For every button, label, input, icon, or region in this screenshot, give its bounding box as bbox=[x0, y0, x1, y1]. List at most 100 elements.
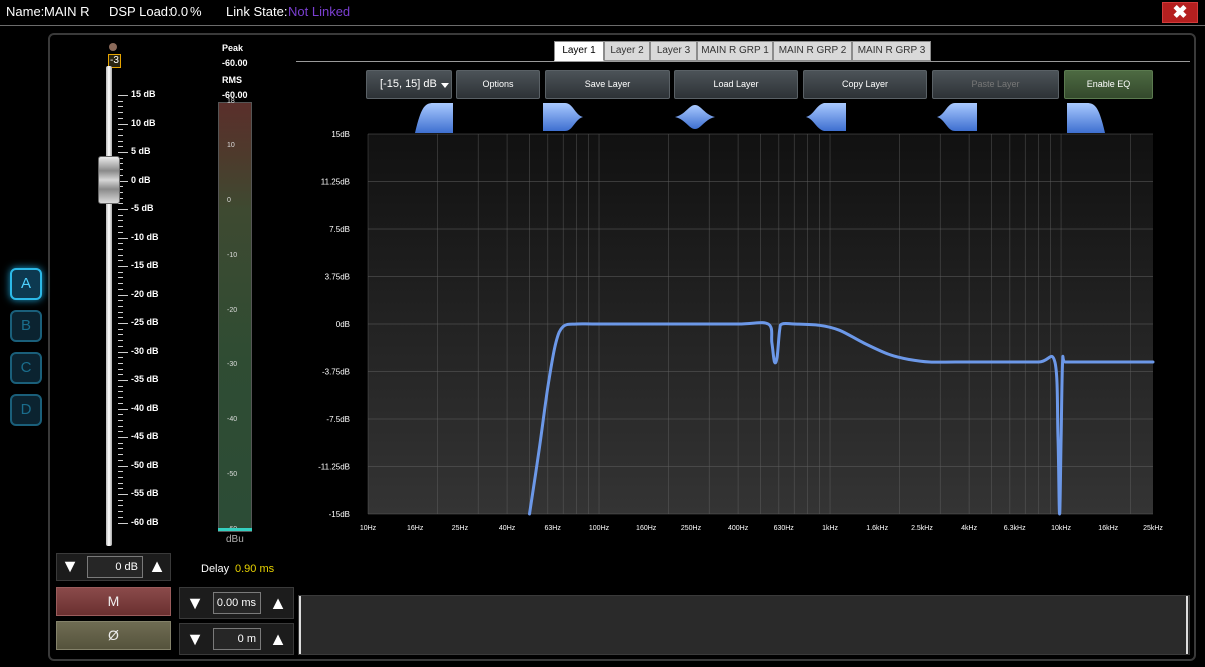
fader-minor-tick bbox=[118, 442, 123, 444]
fader-minor-tick bbox=[118, 317, 123, 319]
x-tick-label: 10Hz bbox=[360, 525, 377, 532]
link-state-label: Link State: bbox=[226, 4, 288, 19]
x-tick-label: 4kHz bbox=[961, 525, 977, 532]
tab-layer-3[interactable]: Layer 3 bbox=[650, 41, 697, 61]
x-tick-label: 40Hz bbox=[499, 525, 516, 532]
meter-level-bar bbox=[218, 528, 252, 531]
down-arrow-icon: ▼ bbox=[186, 629, 204, 649]
preset-button-a[interactable]: A bbox=[10, 268, 42, 300]
delay-time-input[interactable]: 0.00 ms bbox=[213, 592, 261, 614]
fader-scale-label: -50 dB bbox=[131, 459, 159, 470]
range-value: [-15, 15] dB bbox=[380, 78, 437, 90]
dsp-load-value: 0.0 bbox=[170, 4, 189, 19]
gain-down-button[interactable]: ▼ bbox=[59, 555, 81, 579]
fader-minor-tick bbox=[118, 271, 123, 273]
fader-minor-tick bbox=[118, 283, 123, 285]
range-dropdown[interactable]: [-15, 15] dB bbox=[366, 70, 452, 99]
fader-minor-tick bbox=[118, 254, 123, 256]
bottom-panel-right-edge bbox=[1186, 596, 1188, 654]
fader-minor-tick bbox=[118, 488, 123, 490]
delay-time-down-button[interactable]: ▼ bbox=[184, 592, 206, 616]
fader-minor-tick bbox=[118, 516, 123, 518]
fader-minor-tick bbox=[118, 214, 123, 216]
tab-main-r-grp-3[interactable]: MAIN R GRP 3 bbox=[852, 41, 931, 61]
y-tick-label: 7.5dB bbox=[329, 225, 350, 234]
x-tick-label: 400Hz bbox=[728, 525, 749, 532]
fader-minor-tick bbox=[118, 402, 123, 404]
fader-minor-tick bbox=[118, 368, 123, 370]
tab-divider bbox=[296, 61, 1190, 62]
up-arrow-icon: ▲ bbox=[269, 629, 287, 649]
name-label: Name: bbox=[6, 4, 45, 19]
x-tick-label: 1.6kHz bbox=[866, 525, 888, 532]
tab-main-r-grp-2[interactable]: MAIN R GRP 2 bbox=[773, 41, 852, 61]
close-button[interactable]: ✖ bbox=[1162, 2, 1198, 23]
preset-button-d[interactable]: D bbox=[10, 394, 42, 426]
fader-minor-tick bbox=[118, 300, 123, 302]
meter-scale-label: 0 bbox=[227, 196, 231, 204]
enable-eq-button[interactable]: Enable EQ bbox=[1064, 70, 1153, 99]
peak-label: Peak bbox=[222, 43, 244, 53]
fader-tick bbox=[118, 465, 128, 467]
eq-response-graph[interactable]: 15dB 11.25dB 7.5dB 3.75dB 0dB -3.75dB -7.5dB -1… bbox=[296, 126, 1176, 536]
fader-minor-tick bbox=[118, 288, 123, 290]
fader-tick bbox=[118, 351, 128, 353]
delay-distance-down-button[interactable]: ▼ bbox=[184, 628, 206, 652]
load-layer-button[interactable]: Load Layer bbox=[674, 70, 798, 99]
chevron-down-icon bbox=[441, 83, 449, 88]
preset-button-b[interactable]: B bbox=[10, 310, 42, 342]
level-meter bbox=[218, 102, 252, 532]
fader-minor-tick bbox=[118, 419, 123, 421]
meter-scale-label: -30 bbox=[227, 361, 238, 369]
fader-scale-label: -10 dB bbox=[131, 231, 159, 242]
preset-button-c[interactable]: C bbox=[10, 352, 42, 384]
x-tick-label: 630Hz bbox=[774, 525, 795, 532]
x-tick-label: 160Hz bbox=[636, 525, 657, 532]
gain-up-button[interactable]: ▲ bbox=[146, 555, 168, 579]
tab-layer-1[interactable]: Layer 1 bbox=[554, 41, 604, 61]
fader-minor-tick bbox=[118, 505, 123, 507]
fader-scale-label: -25 dB bbox=[131, 317, 159, 327]
fader-minor-tick bbox=[118, 226, 123, 228]
gain-input[interactable]: 0 dB bbox=[87, 556, 143, 578]
fader-tick bbox=[118, 323, 128, 324]
fader-tick bbox=[118, 95, 128, 96]
paste-layer-button[interactable]: Paste Layer bbox=[932, 70, 1059, 99]
delay-time-up-button[interactable]: ▲ bbox=[267, 592, 289, 616]
fader-minor-tick bbox=[118, 112, 123, 114]
up-arrow-icon: ▲ bbox=[148, 556, 166, 576]
fader-minor-tick bbox=[118, 391, 123, 393]
fader-scale-label: -5 dB bbox=[131, 203, 154, 213]
delay-time-stepper: ▼ 0.00 ms ▲ bbox=[179, 587, 294, 619]
fader-knob[interactable] bbox=[98, 156, 120, 204]
x-tick-label: 6.3kHz bbox=[1004, 525, 1026, 532]
tab-layer-2[interactable]: Layer 2 bbox=[604, 41, 650, 61]
copy-layer-button[interactable]: Copy Layer bbox=[803, 70, 927, 99]
x-tick-label: 10kHz bbox=[1051, 525, 1071, 532]
fader-tick bbox=[118, 437, 128, 438]
phase-invert-button[interactable]: Ø bbox=[56, 621, 171, 650]
dsp-load-label: DSP Load: bbox=[109, 4, 172, 19]
options-button[interactable]: Options bbox=[456, 70, 540, 99]
fader-scale-label: -15 dB bbox=[131, 260, 159, 270]
fader-minor-tick bbox=[118, 511, 123, 513]
peak-value: -60.00 bbox=[222, 58, 248, 68]
fader-scale-label: -30 dB bbox=[131, 345, 159, 356]
save-layer-button[interactable]: Save Layer bbox=[545, 70, 670, 99]
fader-minor-tick bbox=[118, 345, 123, 347]
fader-scale-label: -55 dB bbox=[131, 488, 159, 498]
fader-scale-label: -45 dB bbox=[131, 431, 159, 441]
gain-stepper: ▼ 0 dB ▲ bbox=[56, 553, 171, 581]
delay-distance-input[interactable]: 0 m bbox=[213, 628, 261, 650]
y-tick-label: -11.25dB bbox=[318, 463, 350, 472]
meter-scale-label: -20 bbox=[227, 306, 238, 314]
delay-distance-up-button[interactable]: ▲ bbox=[267, 628, 289, 652]
fader-minor-tick bbox=[118, 397, 123, 399]
fader-track[interactable] bbox=[106, 66, 112, 546]
rms-label: RMS bbox=[222, 75, 242, 85]
tab-main-r-grp-1[interactable]: MAIN R GRP 1 bbox=[697, 41, 773, 61]
fader-minor-tick bbox=[118, 425, 123, 427]
x-tick-label: 250Hz bbox=[681, 525, 702, 532]
mute-button[interactable]: M bbox=[56, 587, 171, 616]
fader-minor-tick bbox=[118, 459, 123, 461]
